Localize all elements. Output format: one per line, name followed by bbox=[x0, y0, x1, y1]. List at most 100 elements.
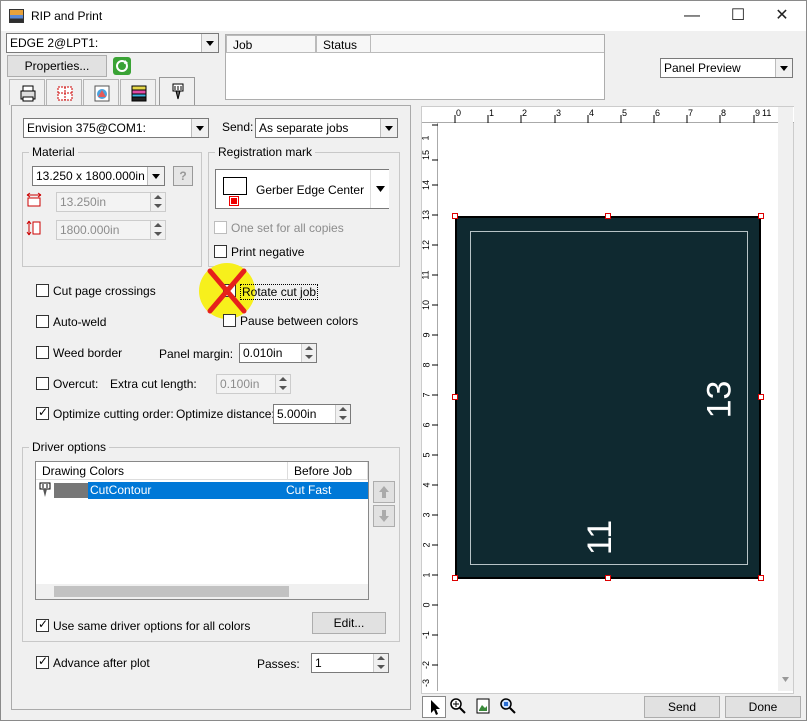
color-swatch bbox=[54, 483, 88, 498]
tab-cutter[interactable] bbox=[159, 77, 195, 106]
advance-after-plot-label: Advance after plot bbox=[53, 656, 150, 670]
v-ruler-label: 4 bbox=[421, 482, 432, 488]
passes-field[interactable]: 1 bbox=[311, 653, 389, 673]
tab-layers[interactable] bbox=[120, 79, 156, 105]
drawing-color-name: CutContour bbox=[90, 483, 152, 497]
fit-page-button[interactable] bbox=[472, 696, 496, 718]
printer-select[interactable]: EDGE 2@LPT1: bbox=[6, 33, 219, 53]
title-bar: RIP and Print — ☐ ✕ bbox=[1, 1, 806, 31]
move-up-button[interactable] bbox=[373, 481, 395, 503]
selection-handle[interactable] bbox=[452, 575, 458, 581]
pause-between-colors-checkbox[interactable] bbox=[223, 314, 236, 327]
v-ruler-label: 8 bbox=[421, 362, 432, 368]
select-tool-button[interactable] bbox=[422, 696, 446, 718]
driver-options-title: Driver options bbox=[29, 440, 110, 454]
cutter-device-value: Envision 375@COM1: bbox=[27, 121, 146, 135]
selection-handle[interactable] bbox=[758, 575, 764, 581]
v-ruler-label: 9 bbox=[421, 332, 432, 338]
selection-handle[interactable] bbox=[605, 213, 611, 219]
use-same-driver-options-checkbox[interactable] bbox=[36, 617, 49, 632]
h-ruler-ticks bbox=[454, 115, 788, 123]
maximize-button[interactable]: ☐ bbox=[715, 1, 761, 31]
v-ruler-label: 11 bbox=[420, 270, 431, 280]
move-down-button[interactable] bbox=[373, 505, 395, 527]
v-ruler-label: 13 bbox=[421, 209, 432, 221]
v-ruler-label: 10 bbox=[421, 299, 432, 311]
material-length-value: 1800.000in bbox=[60, 223, 120, 237]
list-item[interactable]: CutContour Cut Fast bbox=[36, 482, 368, 499]
optimize-distance-value: 5.000in bbox=[277, 407, 317, 421]
optimize-cutting-order-checkbox[interactable] bbox=[36, 405, 49, 420]
selection-handle[interactable] bbox=[452, 213, 458, 219]
status-column-header[interactable]: Status bbox=[316, 35, 371, 53]
registration-type-select[interactable]: Gerber Edge Center bbox=[215, 169, 389, 209]
tab-color[interactable] bbox=[83, 79, 119, 105]
job-list[interactable]: Job Status bbox=[225, 34, 605, 100]
cut-page-crossings-label: Cut page crossings bbox=[53, 284, 156, 298]
driver-color-list[interactable]: Drawing Colors Before Job CutContour Cut… bbox=[35, 461, 369, 600]
refresh-icon[interactable] bbox=[113, 57, 131, 75]
weed-border-checkbox[interactable] bbox=[36, 346, 49, 359]
panel-height-label: 13 bbox=[700, 380, 739, 419]
advance-after-plot-checkbox[interactable] bbox=[36, 654, 49, 669]
one-set-label: One set for all copies bbox=[231, 221, 344, 235]
preview-mode-select[interactable]: Panel Preview bbox=[660, 58, 793, 78]
close-button[interactable]: ✕ bbox=[759, 1, 805, 31]
scroll-down-icon[interactable] bbox=[781, 673, 790, 687]
registration-mark-title: Registration mark bbox=[215, 145, 316, 159]
help-icon[interactable]: ? bbox=[173, 166, 193, 186]
chevron-down-icon bbox=[775, 59, 792, 77]
arrow-up-icon bbox=[379, 486, 389, 498]
edit-button[interactable]: Edit... bbox=[312, 612, 386, 634]
panel-margin-spinner[interactable] bbox=[301, 344, 316, 362]
panel-preview[interactable]: 11 13 bbox=[455, 216, 761, 579]
panel-tab-icon bbox=[57, 86, 73, 101]
panel-margin-field[interactable]: 0.010in bbox=[239, 343, 317, 363]
pause-between-colors-label: Pause between colors bbox=[240, 314, 359, 328]
selection-handle[interactable] bbox=[758, 213, 764, 219]
material-width-value: 13.250in bbox=[60, 195, 107, 209]
v-ruler-label: 0 bbox=[421, 602, 432, 608]
v-ruler-label: -1 bbox=[421, 630, 432, 640]
length-icon bbox=[26, 220, 41, 236]
zoom-in-button[interactable] bbox=[447, 696, 471, 718]
preview-mode-value: Panel Preview bbox=[664, 61, 741, 75]
job-column-header[interactable]: Job bbox=[226, 35, 316, 53]
auto-weld-checkbox[interactable] bbox=[36, 315, 49, 328]
selection-handle[interactable] bbox=[758, 394, 764, 400]
optimize-distance-spinner[interactable] bbox=[335, 405, 350, 423]
print-negative-checkbox[interactable] bbox=[214, 245, 227, 258]
material-size-select[interactable]: 13.250 x 1800.000in bbox=[32, 166, 165, 186]
overcut-checkbox[interactable] bbox=[36, 377, 49, 390]
minimize-button[interactable]: — bbox=[669, 1, 715, 31]
cut-page-crossings-checkbox[interactable] bbox=[36, 284, 49, 297]
tab-printer[interactable] bbox=[9, 79, 45, 105]
tab-panel[interactable] bbox=[46, 79, 82, 105]
zoom-in-icon bbox=[450, 698, 466, 714]
list-header-filler bbox=[371, 35, 604, 53]
cutter-device-select[interactable]: Envision 375@COM1: bbox=[23, 118, 209, 138]
chevron-down-icon bbox=[147, 167, 164, 185]
v-ruler-label: 1 bbox=[421, 572, 432, 578]
auto-weld-label: Auto-weld bbox=[53, 315, 107, 329]
width-icon bbox=[26, 192, 42, 207]
v-ruler-label: 12 bbox=[421, 239, 432, 251]
passes-spinner[interactable] bbox=[373, 654, 388, 672]
send-mode-select[interactable]: As separate jobs bbox=[255, 118, 398, 138]
before-job-header[interactable]: Before Job bbox=[288, 462, 368, 480]
scrollbar-thumb[interactable] bbox=[54, 586, 289, 597]
selection-handle[interactable] bbox=[605, 575, 611, 581]
vertical-scrollbar[interactable] bbox=[778, 107, 793, 691]
selection-handle[interactable] bbox=[452, 394, 458, 400]
send-button[interactable]: Send bbox=[644, 696, 720, 718]
done-button[interactable]: Done bbox=[725, 696, 801, 718]
v-ruler-label: 3 bbox=[421, 512, 432, 518]
zoom-fit-button[interactable] bbox=[497, 696, 521, 718]
horizontal-scrollbar[interactable] bbox=[36, 584, 368, 599]
drawing-colors-header[interactable]: Drawing Colors bbox=[36, 462, 288, 480]
panel-margin-label: Panel margin: bbox=[159, 347, 234, 361]
passes-value: 1 bbox=[315, 656, 322, 670]
before-job-value: Cut Fast bbox=[286, 483, 332, 497]
properties-button[interactable]: Properties... bbox=[7, 55, 107, 77]
optimize-distance-field[interactable]: 5.000in bbox=[273, 404, 351, 424]
